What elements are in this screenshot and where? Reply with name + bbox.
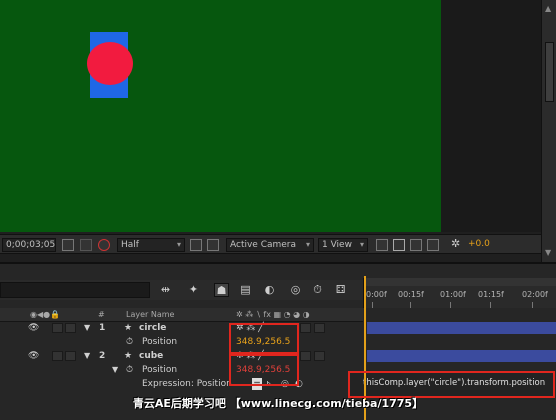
brainstorm-icon[interactable]: ⏱ <box>310 283 325 297</box>
watermark-text: 青云AE后期学习吧 【www.linecg.com/tieba/1775】 <box>132 397 424 410</box>
expand-arrow-icon[interactable]: ▼ <box>112 363 118 377</box>
transparency-grid-icon[interactable] <box>207 239 219 251</box>
ruler-line <box>450 302 451 308</box>
timecode-field[interactable]: 0;00;03;05 <box>2 238 56 252</box>
solo-switch[interactable] <box>52 351 63 361</box>
live-update-icon[interactable]: ⚃ <box>333 283 348 297</box>
work-area-bar[interactable] <box>364 278 556 286</box>
viewer-toolbar: 0;00;03;05 Half Active Camera 1 View ✲ +… <box>0 234 541 254</box>
exposure-value[interactable]: +0.0 <box>468 239 490 249</box>
timeline-toggle-icon[interactable] <box>410 239 422 251</box>
layer-search-input[interactable] <box>0 282 150 298</box>
draft-3d-icon[interactable]: ✦ <box>186 283 201 297</box>
layer-row-circle[interactable]: 👁 ▼ 1 ★ circle ✲ ⁂ ╱ <box>0 321 363 335</box>
toggle-pixel-aspect-icon[interactable] <box>376 239 388 251</box>
ruler-line <box>372 302 373 308</box>
ruler-tick: 02:00f <box>522 290 548 299</box>
expand-arrow-icon[interactable]: ▼ <box>84 321 90 335</box>
motion-blur-icon[interactable]: ◐ <box>262 283 277 297</box>
visibility-icon[interactable]: ◉◀●🔒 <box>30 308 60 321</box>
layer-switch[interactable] <box>300 323 311 333</box>
timeline-column-header: ◉◀●🔒 # Layer Name ✲ ⁂ ∖ fx ▦ ◔ ◕ ◑ <box>0 308 363 322</box>
lock-switch[interactable] <box>65 351 76 361</box>
ruler-line <box>410 302 411 308</box>
comp-mini-flowchart-icon[interactable]: ⇹ <box>158 283 173 297</box>
highlight-box-cube-position <box>229 352 299 386</box>
circle-layer-shape[interactable] <box>87 42 133 85</box>
camera-dropdown[interactable]: Active Camera <box>226 238 314 252</box>
show-snapshot-icon[interactable] <box>80 239 92 251</box>
property-name: Position <box>142 365 178 375</box>
column-layer-name[interactable]: Layer Name <box>126 308 174 321</box>
ruler-line <box>490 302 491 308</box>
layer-row-cube[interactable]: 👁 ▼ 2 ★ cube ✲ ⁂ ╱ <box>0 349 363 363</box>
view-layout-dropdown[interactable]: 1 View <box>318 238 368 252</box>
solo-switch[interactable] <box>52 323 63 333</box>
layer-switch[interactable] <box>314 351 325 361</box>
switches-column-icon: ✲ ⁂ ∖ fx ▦ ◔ ◕ ◑ <box>236 310 310 319</box>
viewer-scrollbar[interactable]: ▲ ▼ <box>541 0 556 262</box>
star-icon: ★ <box>124 323 133 333</box>
ruler-line <box>532 302 533 308</box>
fast-previews-icon[interactable] <box>393 239 405 251</box>
region-of-interest-icon[interactable] <box>190 239 202 251</box>
ruler-tick: 00:15f <box>398 290 424 299</box>
ruler-tick: 0:00f <box>366 290 387 299</box>
shy-layers-icon[interactable]: ☗ <box>214 283 229 297</box>
stopwatch-icon[interactable]: ⏱ <box>126 335 133 349</box>
color-channels-icon[interactable] <box>98 239 110 251</box>
eye-icon[interactable]: 👁 <box>28 321 39 335</box>
layer-number: 1 <box>99 323 106 333</box>
layer-bar-circle[interactable] <box>367 322 556 334</box>
resolution-dropdown[interactable]: Half <box>117 238 185 252</box>
flowchart-icon[interactable] <box>427 239 439 251</box>
layer-switch[interactable] <box>314 323 325 333</box>
property-row-circle-position[interactable]: ⏱ Position 348.9,256.5 <box>0 335 363 349</box>
camera-snapshot-icon[interactable] <box>62 239 74 251</box>
lock-switch[interactable] <box>65 323 76 333</box>
time-ruler[interactable]: 0:00f 00:15f 01:00f 01:15f 02:00f <box>363 278 556 308</box>
composition-viewer[interactable] <box>0 0 541 232</box>
ruler-tick: 01:00f <box>440 290 466 299</box>
layer-switch[interactable] <box>300 351 311 361</box>
stopwatch-icon[interactable]: ⏱ <box>126 363 133 377</box>
expand-arrow-icon[interactable]: ▼ <box>84 349 90 363</box>
layer-name[interactable]: circle <box>139 321 166 335</box>
ruler-tick: 01:15f <box>478 290 504 299</box>
layer-bar-cube[interactable] <box>367 350 556 362</box>
property-row-cube-position[interactable]: ▼ ⏱ Position 348.9,256.5 <box>0 363 363 377</box>
highlight-box-expression <box>348 371 555 398</box>
property-name: Position <box>142 337 178 347</box>
scroll-down-icon[interactable]: ▼ <box>545 248 551 257</box>
star-icon: ★ <box>124 351 133 361</box>
expression-label: Expression: Position <box>142 379 232 389</box>
layer-name[interactable]: cube <box>139 349 163 363</box>
exposure-icon[interactable]: ✲ <box>451 238 463 251</box>
scrollbar-thumb[interactable] <box>545 42 554 102</box>
scroll-up-icon[interactable]: ▲ <box>545 4 551 13</box>
graph-editor-icon[interactable]: ◎ <box>288 283 303 297</box>
layer-number: 2 <box>99 351 106 361</box>
frame-blending-icon[interactable]: ▤ <box>238 283 253 297</box>
column-number: # <box>98 310 105 319</box>
eye-icon[interactable]: 👁 <box>28 349 39 363</box>
composition-canvas[interactable] <box>0 0 441 232</box>
expression-row[interactable]: Expression: Position = ⊾ ◎ ◐ <box>0 377 363 391</box>
